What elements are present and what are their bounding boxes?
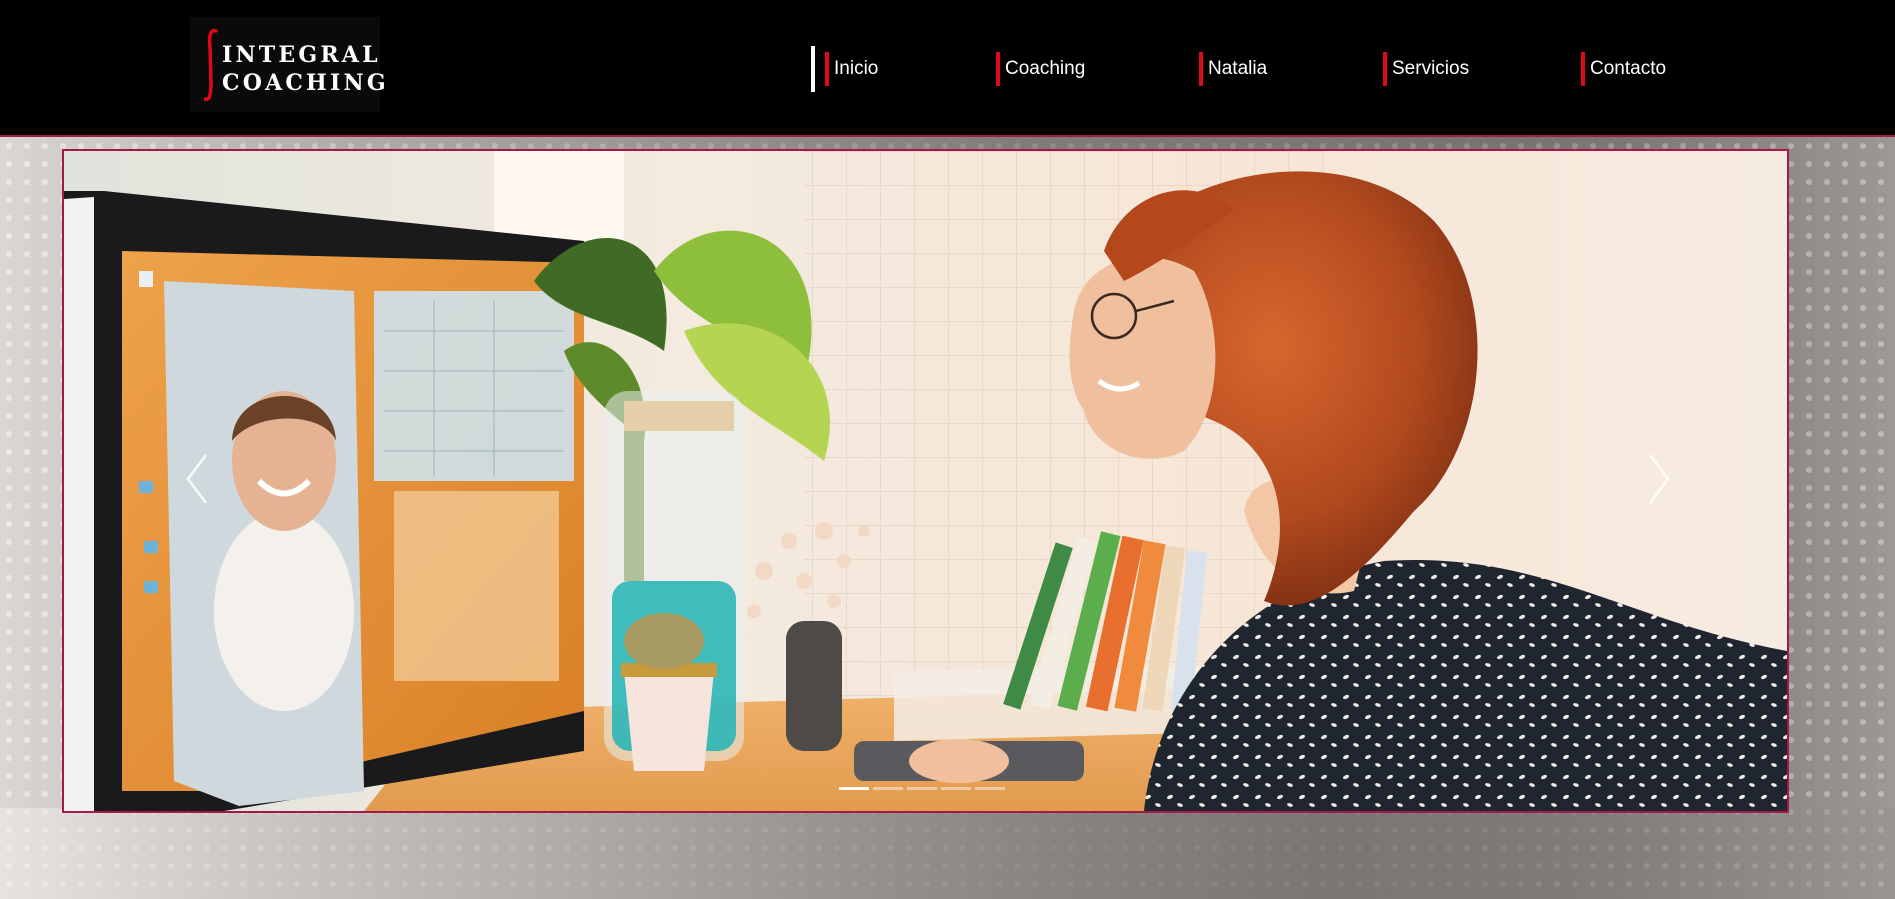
slider-next-button[interactable] (1644, 449, 1674, 509)
page-background-band (0, 808, 1895, 899)
nav-item-coaching[interactable]: Coaching (996, 52, 1085, 86)
slider-indicators (839, 787, 1005, 790)
integral-sign-icon (204, 28, 218, 102)
site-logo[interactable]: INTEGRAL COACHING (190, 17, 386, 112)
logo-text: INTEGRAL COACHING (222, 41, 389, 97)
slider-dot-4[interactable] (941, 787, 971, 790)
hero-slide-image (64, 151, 1787, 811)
slider-dot-1[interactable] (839, 787, 869, 790)
nav-item-contacto[interactable]: Contacto (1581, 52, 1666, 86)
site-header: INTEGRAL COACHING Inicio Coaching Natali… (0, 0, 1895, 137)
slider-dot-5[interactable] (975, 787, 1005, 790)
nav-item-servicios[interactable]: Servicios (1383, 52, 1469, 86)
nav-active-indicator (811, 46, 815, 92)
slider-dot-3[interactable] (907, 787, 937, 790)
slider-dot-2[interactable] (873, 787, 903, 790)
logo-line-1: INTEGRAL (222, 42, 381, 68)
nav-item-inicio[interactable]: Inicio (825, 52, 878, 86)
slider-prev-button[interactable] (182, 449, 212, 509)
logo-line-2: COACHING (222, 70, 389, 96)
hero-slider (62, 149, 1789, 813)
nav-item-natalia[interactable]: Natalia (1199, 52, 1267, 86)
